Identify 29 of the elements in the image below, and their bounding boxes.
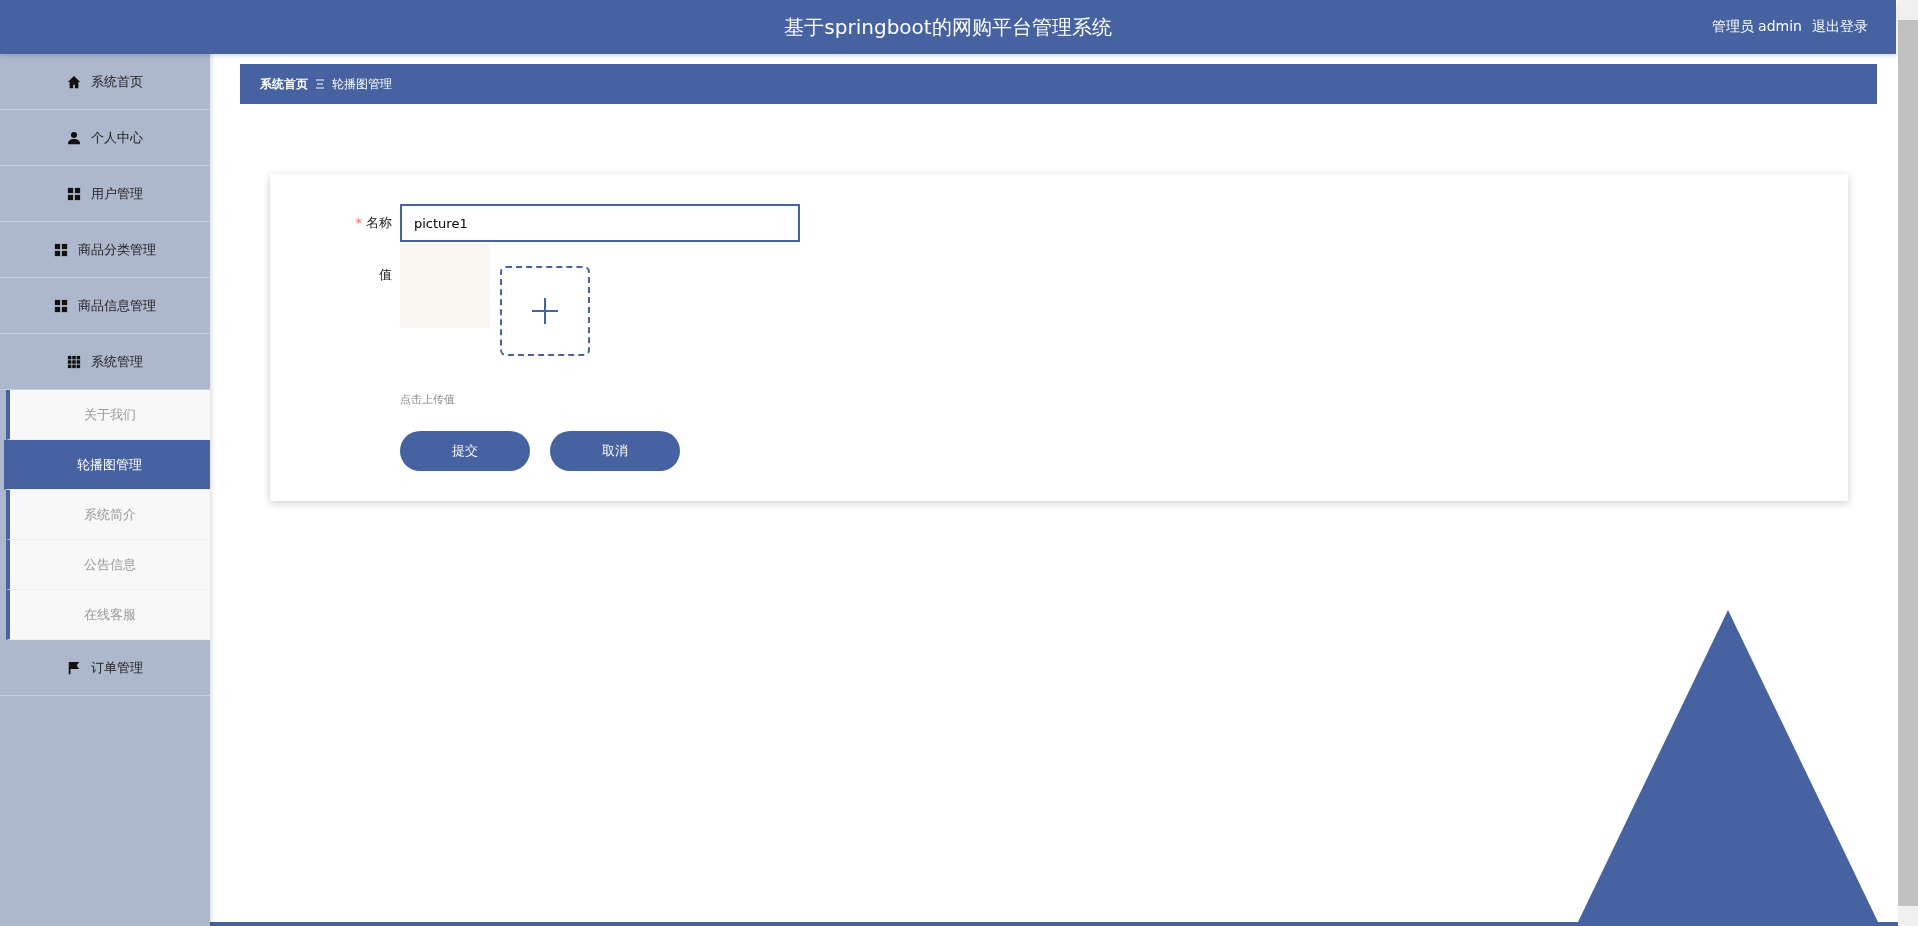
logout-link[interactable]: 退出登录 bbox=[1812, 18, 1868, 36]
upload-hint: 点击上传值 bbox=[400, 392, 456, 407]
sidebar-item[interactable]: 系统首页 bbox=[0, 54, 210, 110]
sidebar-item[interactable]: 用户管理 bbox=[0, 166, 210, 222]
grid-icon bbox=[54, 242, 68, 257]
submenu-item[interactable]: 轮播图管理 bbox=[4, 440, 210, 490]
submit-button[interactable]: 提交 bbox=[400, 431, 530, 471]
name-input[interactable]: picture1 bbox=[400, 204, 800, 242]
apps-icon bbox=[67, 354, 81, 369]
upload-button[interactable] bbox=[500, 266, 590, 356]
sidebar-item[interactable]: 商品信息管理 bbox=[0, 278, 210, 334]
grid-icon bbox=[54, 298, 68, 313]
field-label: 名称 bbox=[366, 214, 392, 232]
home-icon bbox=[67, 74, 81, 89]
breadcrumb-item[interactable]: 轮播图管理 bbox=[332, 75, 392, 93]
cancel-button[interactable]: 取消 bbox=[550, 431, 680, 471]
separator-icon bbox=[316, 79, 324, 89]
sidebar-item[interactable]: 订单管理 bbox=[0, 640, 210, 696]
app-title: 基于springboot的网购平台管理系统 bbox=[784, 13, 1112, 41]
person-icon bbox=[67, 130, 81, 145]
breadcrumb-item[interactable]: 系统首页 bbox=[260, 75, 308, 93]
grid-icon bbox=[67, 186, 81, 201]
user-label: 管理员 admin bbox=[1711, 18, 1802, 36]
plus-icon bbox=[532, 298, 558, 324]
field-label: 值 bbox=[379, 266, 392, 284]
sidebar-item[interactable]: 商品分类管理 bbox=[0, 222, 210, 278]
required-mark: * bbox=[355, 214, 362, 232]
flag-icon bbox=[67, 660, 81, 675]
sidebar-item[interactable]: 个人中心 bbox=[0, 110, 210, 166]
